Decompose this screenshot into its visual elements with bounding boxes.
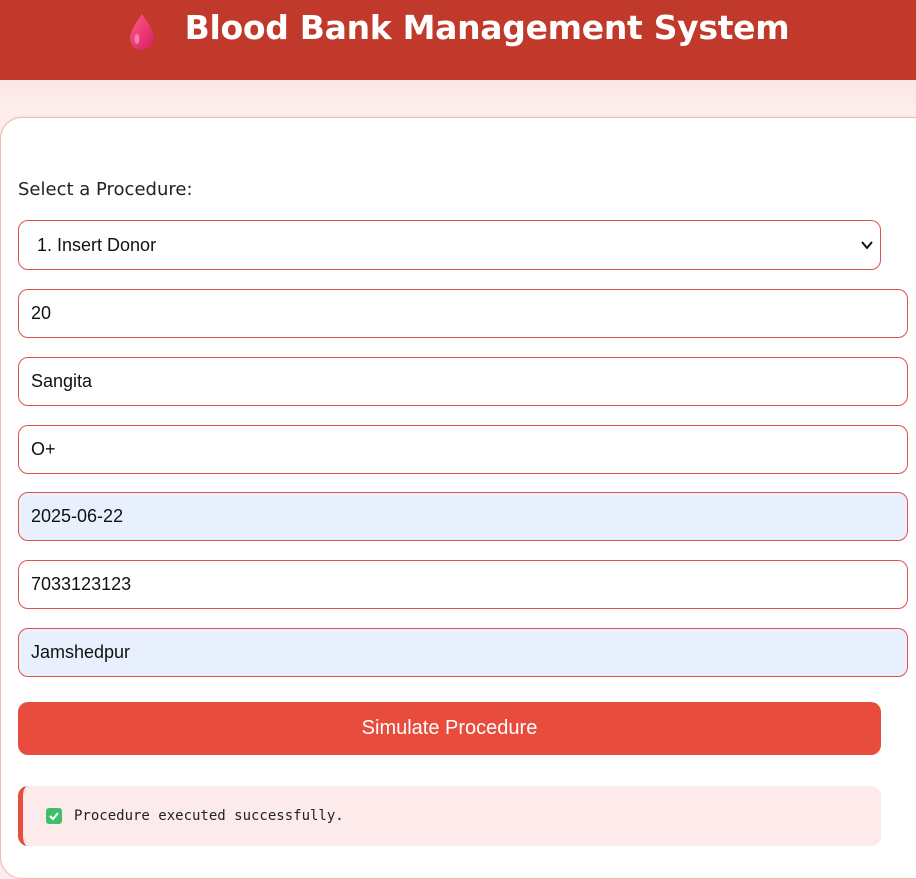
procedure-selected-value: 1. Insert Donor bbox=[37, 235, 157, 255]
blood-group-field[interactable] bbox=[18, 425, 908, 474]
simulate-procedure-button[interactable]: Simulate Procedure bbox=[18, 702, 881, 755]
phone-field[interactable] bbox=[18, 560, 908, 609]
blood-drop-icon bbox=[129, 14, 154, 50]
donation-date-field[interactable] bbox=[18, 492, 908, 541]
chevron-down-icon bbox=[861, 241, 873, 250]
name-field[interactable] bbox=[18, 357, 908, 406]
procedure-select[interactable]: 1. Insert Donor bbox=[18, 220, 881, 270]
donor-id-field[interactable] bbox=[18, 289, 908, 338]
result-message: Procedure executed successfully. bbox=[74, 808, 344, 824]
app-title: Blood Bank Management System bbox=[184, 7, 790, 47]
header-band bbox=[0, 80, 916, 120]
app-header: Blood Bank Management System bbox=[0, 0, 916, 80]
city-field[interactable] bbox=[18, 628, 908, 677]
check-mark-icon bbox=[46, 808, 62, 824]
result-message-box: Procedure executed successfully. bbox=[18, 786, 881, 846]
procedure-label: Select a Procedure: bbox=[18, 179, 193, 200]
